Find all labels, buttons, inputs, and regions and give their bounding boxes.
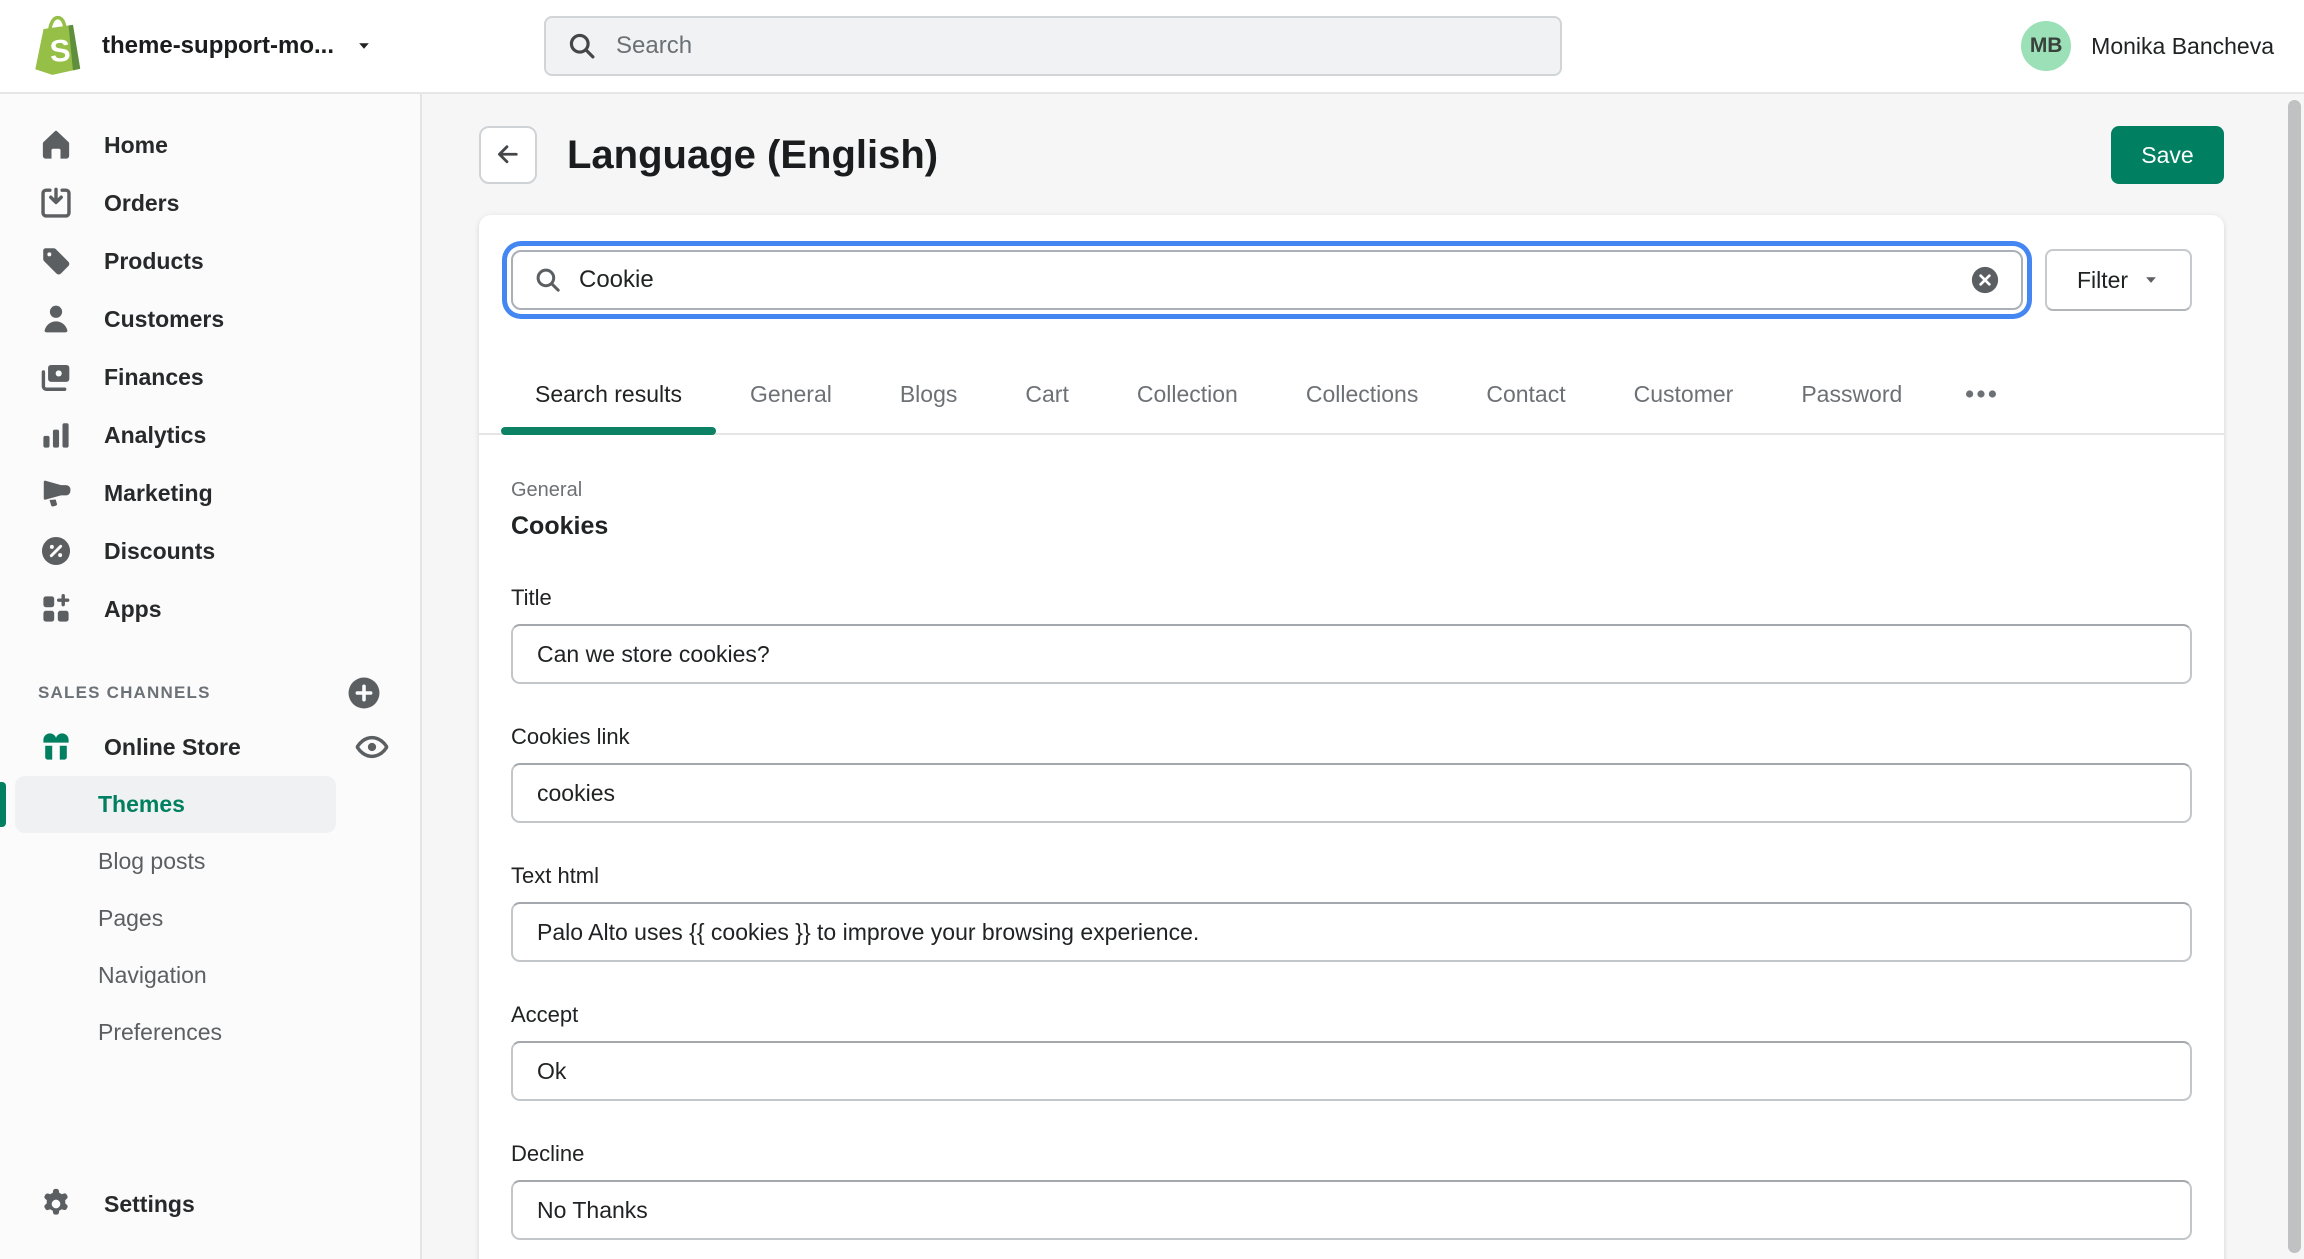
clear-circle-icon xyxy=(1969,264,2001,296)
filter-button[interactable]: Filter xyxy=(2045,249,2192,311)
search-icon xyxy=(566,30,598,62)
sidebar-item-discounts[interactable]: Discounts xyxy=(0,522,420,580)
gear-icon xyxy=(38,1186,74,1222)
field-label: Cookies link xyxy=(511,724,2192,750)
tab-password[interactable]: Password xyxy=(1767,355,1936,433)
sidebar-item-blog-posts[interactable]: Blog posts xyxy=(15,833,336,890)
back-button[interactable] xyxy=(479,126,537,184)
field-label: Title xyxy=(511,585,2192,611)
sidebar-item-navigation[interactable]: Navigation xyxy=(15,947,336,1004)
field-decline: Decline xyxy=(511,1141,2192,1240)
tab-cart[interactable]: Cart xyxy=(991,355,1102,433)
global-search[interactable] xyxy=(544,16,1562,76)
user-menu[interactable]: MB Monika Bancheva xyxy=(2021,21,2274,71)
sidebar-item-orders[interactable]: Orders xyxy=(0,174,420,232)
view-store-button[interactable] xyxy=(354,729,390,765)
discount-badge-icon xyxy=(38,533,74,569)
active-indicator-bar xyxy=(0,782,6,827)
megaphone-icon xyxy=(38,475,74,511)
sidebar-item-home[interactable]: Home xyxy=(0,116,420,174)
section-title: Cookies xyxy=(511,512,2192,541)
section-label: General xyxy=(511,479,2192,502)
vertical-scrollbar[interactable] xyxy=(2288,100,2301,1253)
sidebar-item-finances[interactable]: Finances xyxy=(0,348,420,406)
store-switcher[interactable]: theme-support-mo... xyxy=(102,32,374,60)
page-title: Language (English) xyxy=(567,133,938,178)
field-label: Accept xyxy=(511,1002,2192,1028)
user-name: Monika Bancheva xyxy=(2091,33,2274,60)
decline-input[interactable] xyxy=(511,1180,2192,1240)
clear-search-button[interactable] xyxy=(1969,264,2001,296)
sales-channels-header: SALES CHANNELS xyxy=(0,668,420,718)
search-icon xyxy=(533,265,563,295)
orders-icon xyxy=(38,185,74,221)
chevron-down-icon xyxy=(354,36,374,56)
search-results-panel: General Cookies Title Cookies link Text … xyxy=(511,435,2192,1240)
tab-contact[interactable]: Contact xyxy=(1452,355,1599,433)
sidebar-item-themes[interactable]: Themes xyxy=(15,776,336,833)
save-button[interactable]: Save xyxy=(2111,126,2224,184)
tab-bar: Search results General Blogs Cart Collec… xyxy=(479,355,2224,435)
apps-grid-icon xyxy=(38,591,74,627)
tab-collection[interactable]: Collection xyxy=(1103,355,1272,433)
sidebar-item-analytics[interactable]: Analytics xyxy=(0,406,420,464)
field-text-html: Text html xyxy=(511,863,2192,962)
sidebar-item-apps[interactable]: Apps xyxy=(0,580,420,638)
more-tabs-button[interactable] xyxy=(1936,355,2026,433)
arrow-left-icon xyxy=(493,140,523,170)
topbar: S theme-support-mo... MB Monika Bancheva xyxy=(0,0,2304,94)
home-icon xyxy=(38,127,74,163)
plus-circle-icon xyxy=(346,675,382,711)
field-title: Title xyxy=(511,585,2192,684)
banknote-icon xyxy=(38,359,74,395)
person-icon xyxy=(38,301,74,337)
tab-blogs[interactable]: Blogs xyxy=(866,355,992,433)
main-content: Language (English) Save Filter Search r xyxy=(422,94,2304,1259)
translations-card: Filter Search results General Blogs Cart… xyxy=(479,215,2224,1259)
bar-chart-icon xyxy=(38,417,74,453)
eye-icon xyxy=(354,729,390,765)
field-label: Text html xyxy=(511,863,2192,889)
sidebar-item-online-store[interactable]: Online Store xyxy=(0,718,420,776)
chevron-down-icon xyxy=(2142,271,2160,289)
global-search-input[interactable] xyxy=(616,32,1540,60)
field-accept: Accept xyxy=(511,1002,2192,1101)
tab-search-results[interactable]: Search results xyxy=(501,355,716,433)
tag-icon xyxy=(38,243,74,279)
cookies-link-input[interactable] xyxy=(511,763,2192,823)
avatar: MB xyxy=(2021,21,2071,71)
sidebar-item-customers[interactable]: Customers xyxy=(0,290,420,348)
accept-input[interactable] xyxy=(511,1041,2192,1101)
translation-search-input[interactable] xyxy=(579,266,1953,294)
sidebar: Home Orders Products Customers Finances … xyxy=(0,94,422,1259)
storefront-icon xyxy=(38,729,74,765)
page-header: Language (English) Save xyxy=(479,126,2224,184)
tab-customer[interactable]: Customer xyxy=(1600,355,1768,433)
store-name: theme-support-mo... xyxy=(102,32,334,60)
title-input[interactable] xyxy=(511,624,2192,684)
sidebar-item-products[interactable]: Products xyxy=(0,232,420,290)
ellipsis-icon xyxy=(1962,375,2000,413)
sidebar-item-settings[interactable]: Settings xyxy=(0,1175,420,1233)
text-html-input[interactable] xyxy=(511,902,2192,962)
add-sales-channel-button[interactable] xyxy=(346,675,382,711)
sidebar-item-preferences[interactable]: Preferences xyxy=(15,1004,336,1061)
svg-text:S: S xyxy=(49,33,72,69)
translation-search[interactable] xyxy=(511,250,2023,310)
tab-general[interactable]: General xyxy=(716,355,866,433)
field-label: Decline xyxy=(511,1141,2192,1167)
shopify-logo-icon: S xyxy=(30,14,86,78)
tab-collections[interactable]: Collections xyxy=(1272,355,1453,433)
field-cookies-link: Cookies link xyxy=(511,724,2192,823)
sidebar-item-marketing[interactable]: Marketing xyxy=(0,464,420,522)
sidebar-item-pages[interactable]: Pages xyxy=(15,890,336,947)
